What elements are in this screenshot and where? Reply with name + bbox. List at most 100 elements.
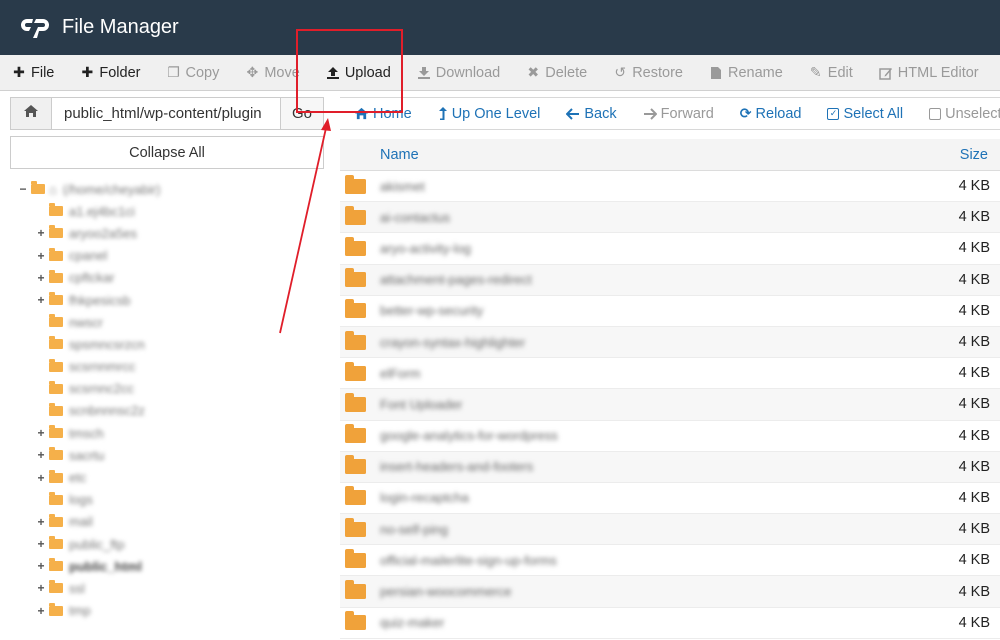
table-row[interactable]: no-self-ping 4 KB: [340, 514, 1000, 546]
tree-item[interactable]: logs: [18, 489, 318, 511]
tree-item-label: tmp: [69, 603, 91, 619]
expand-icon[interactable]: +: [36, 604, 46, 618]
tree-item[interactable]: + etc: [18, 466, 318, 488]
file-name: attachment-pages-redirect: [380, 272, 532, 288]
tree-root[interactable]: − ⌂ (/home/cheyabir): [18, 178, 318, 200]
forward-button[interactable]: Forward: [643, 106, 714, 122]
expand-icon[interactable]: +: [36, 226, 46, 240]
table-row[interactable]: aryo-activity-log 4 KB: [340, 233, 1000, 265]
tree-item[interactable]: spsmncsrzcn: [18, 333, 318, 355]
tree-item[interactable]: + ssl: [18, 577, 318, 599]
table-row[interactable]: Font Uploader 4 KB: [340, 389, 1000, 421]
new-folder-button[interactable]: ✚ Folder: [80, 64, 141, 81]
cpanel-logo-icon: [20, 15, 52, 41]
file-size: 4 KB: [958, 458, 990, 475]
table-row[interactable]: ai-contactus 4 KB: [340, 202, 1000, 234]
table-row[interactable]: login-recaptcha 4 KB: [340, 482, 1000, 515]
folder-icon: [49, 358, 63, 372]
tree-item[interactable]: scsrnnmrcc: [18, 356, 318, 378]
move-button[interactable]: ✥ Move: [245, 64, 299, 81]
table-row[interactable]: quiz-maker 4 KB: [340, 607, 1000, 639]
tree-item-label: scnbnnnsc2z: [69, 403, 145, 419]
tree-item[interactable]: scsrnnc2cc: [18, 378, 318, 400]
checkbox-checked-icon: ✓: [827, 107, 840, 120]
collapse-all-button[interactable]: Collapse All: [10, 136, 324, 169]
path-input[interactable]: [52, 98, 280, 129]
unselect-all-button[interactable]: Unselect: [929, 106, 1000, 122]
tree-item[interactable]: + cpftckar: [18, 267, 318, 289]
table-row[interactable]: google-analytics-for-wordpress 4 KB: [340, 420, 1000, 452]
tree-item[interactable]: + sacrtu: [18, 444, 318, 466]
folder-icon: [345, 611, 366, 631]
tree-item-label: spsmncsrzcn: [69, 336, 145, 352]
table-row[interactable]: elForm 4 KB: [340, 358, 1000, 390]
expand-icon[interactable]: +: [36, 471, 46, 485]
html-editor-button[interactable]: HTML Editor: [879, 65, 979, 81]
column-header-size[interactable]: Size: [940, 147, 1000, 163]
copy-button[interactable]: ❐ Copy: [166, 64, 219, 81]
plus-icon: ✚: [81, 64, 94, 80]
folder-icon: [49, 203, 63, 217]
reload-button[interactable]: ⟳ Reload: [740, 105, 802, 122]
table-row[interactable]: better-wp-security 4 KB: [340, 295, 1000, 327]
table-row[interactable]: crayon-syntax-highlighter 4 KB: [340, 326, 1000, 359]
file-name: no-self-ping: [380, 521, 448, 537]
folder-icon: [49, 491, 63, 505]
tree-item[interactable]: + public_ftp: [18, 533, 318, 555]
tree-item[interactable]: + fhkpesicsb: [18, 289, 318, 311]
new-file-button[interactable]: ✚ File: [12, 64, 54, 81]
folder-icon: [49, 469, 63, 483]
tree-item[interactable]: a1.ej4bc1ci: [18, 200, 318, 222]
restore-button[interactable]: ↺ Restore: [613, 64, 683, 81]
collapse-icon[interactable]: −: [18, 182, 28, 196]
file-name: better-wp-security: [380, 303, 484, 319]
tree-item[interactable]: + cpanel: [18, 245, 318, 267]
tree-item[interactable]: + tmp: [18, 600, 318, 622]
tree-item[interactable]: + public_html: [18, 555, 318, 577]
delete-button[interactable]: ✖ Delete: [526, 64, 587, 81]
tree-item[interactable]: nwscr: [18, 311, 318, 333]
expand-icon[interactable]: +: [36, 293, 46, 307]
path-home-button[interactable]: [11, 98, 52, 129]
expand-icon[interactable]: +: [36, 448, 46, 462]
column-header-name[interactable]: Name: [380, 147, 940, 163]
folder-icon: [345, 299, 366, 319]
download-button[interactable]: Download: [417, 65, 500, 81]
expand-icon[interactable]: +: [36, 249, 46, 263]
level-up-icon: [438, 106, 448, 121]
folder-icon: [345, 580, 366, 600]
select-all-button[interactable]: ✓ Select All: [827, 106, 903, 122]
file-name: persian-woocommerce: [380, 584, 512, 600]
expand-icon[interactable]: +: [36, 515, 46, 529]
folder-icon: [345, 424, 366, 444]
file-name: ai-contactus: [380, 209, 451, 225]
table-row[interactable]: official-mailerlite-sign-up-forms 4 KB: [340, 545, 1000, 577]
back-button[interactable]: Back: [566, 106, 617, 122]
table-row[interactable]: persian-woocommerce 4 KB: [340, 576, 1000, 608]
tree-root-label: (/home/cheyabir): [62, 181, 161, 197]
pencil-icon: ✎: [809, 64, 822, 80]
table-row[interactable]: insert-headers-and-footers 4 KB: [340, 451, 1000, 483]
tree-item-label: logs: [69, 492, 93, 508]
edit-button[interactable]: ✎ Edit: [809, 64, 853, 81]
folder-icon: [49, 292, 63, 306]
expand-icon[interactable]: +: [36, 271, 46, 285]
table-row[interactable]: attachment-pages-redirect 4 KB: [340, 264, 1000, 296]
tree-item[interactable]: + tmsch: [18, 422, 318, 444]
folder-icon: [345, 455, 366, 475]
tree-item[interactable]: + aryoo2a5es: [18, 222, 318, 244]
navigation-bar: Home Up One Level Back Forward ⟳ Reload …: [340, 97, 1000, 130]
expand-icon[interactable]: +: [36, 581, 46, 595]
expand-icon[interactable]: +: [36, 537, 46, 551]
tree-item[interactable]: + mail: [18, 511, 318, 533]
tree-item[interactable]: scnbnnnsc2z: [18, 400, 318, 422]
expand-icon[interactable]: +: [36, 426, 46, 440]
expand-icon[interactable]: +: [36, 559, 46, 573]
table-row[interactable]: akismet 4 KB: [340, 171, 1000, 203]
rename-button[interactable]: Rename: [709, 65, 783, 81]
file-name: aryo-activity-log: [380, 240, 472, 256]
main-toolbar: ✚ File ✚ Folder ❐ Copy ✥ Move Upload Dow…: [0, 55, 1000, 91]
file-size: 4 KB: [958, 365, 990, 382]
folder-icon: [345, 330, 366, 350]
up-one-level-button[interactable]: Up One Level: [438, 106, 540, 122]
